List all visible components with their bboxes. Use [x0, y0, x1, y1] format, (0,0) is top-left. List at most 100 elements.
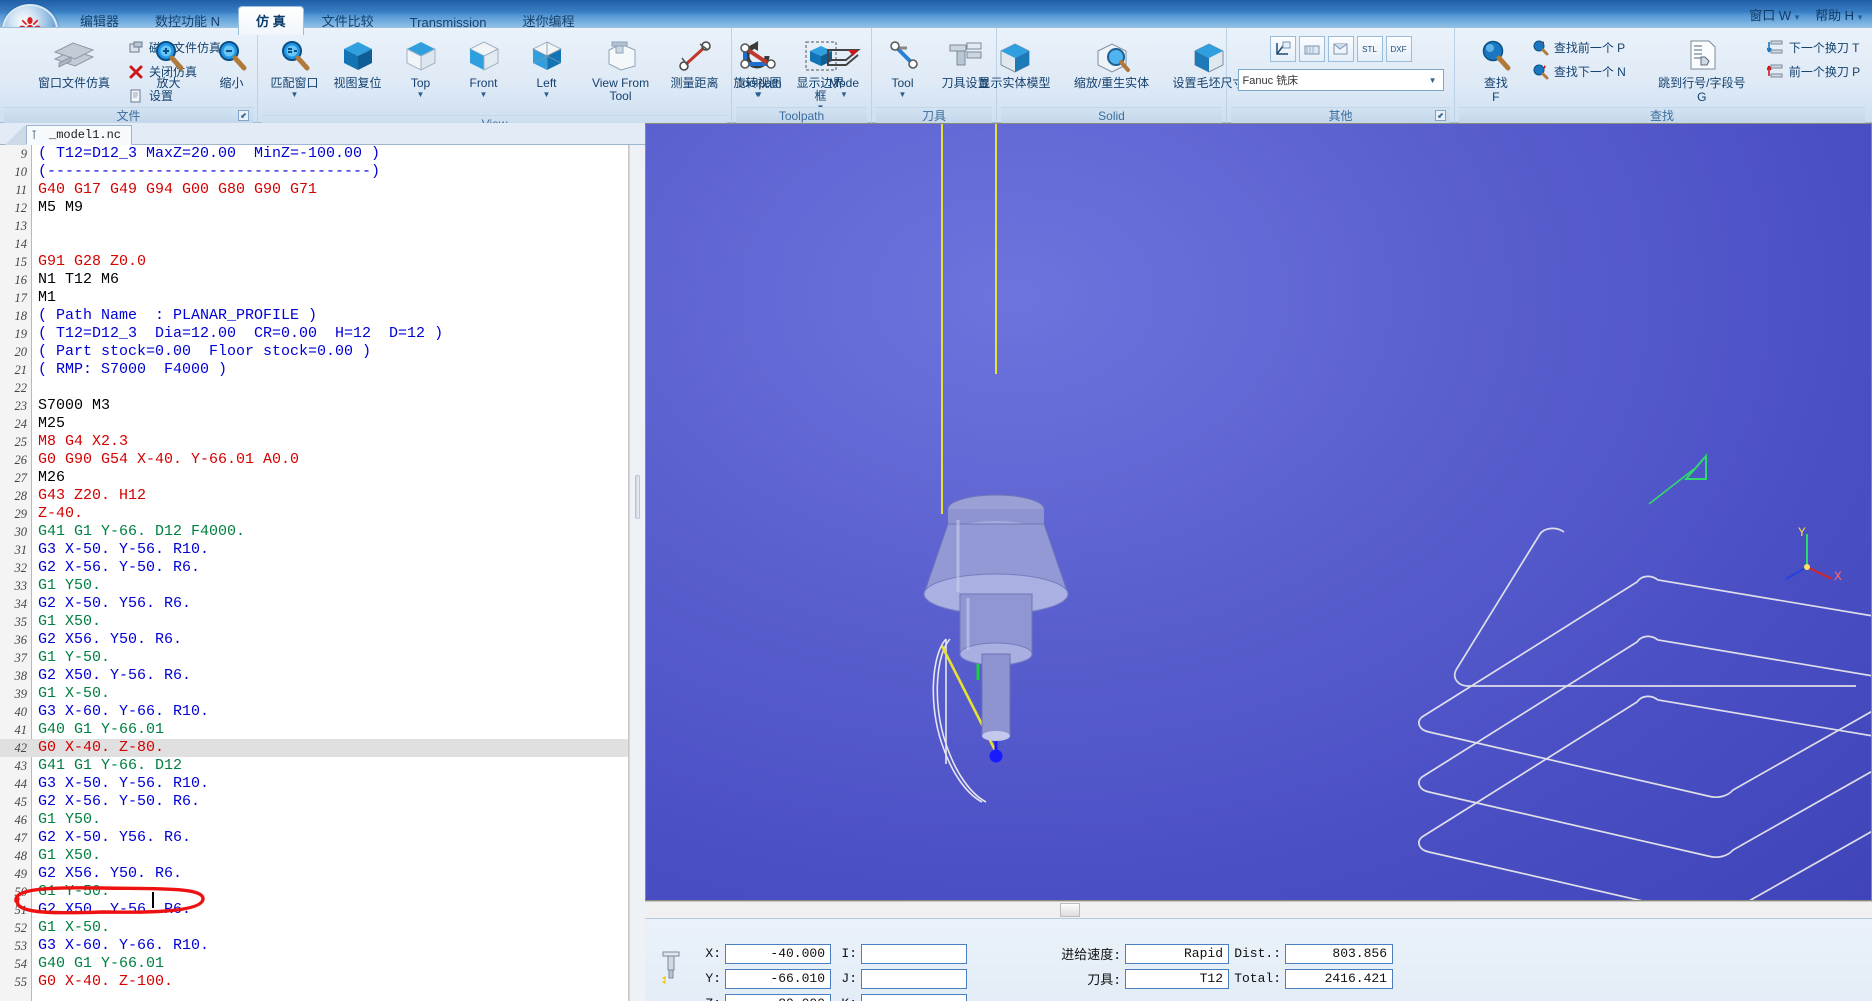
- code-line[interactable]: 51 G2 X50. Y-56. R6.: [0, 901, 645, 919]
- code-line[interactable]: 49 G2 X56. Y50. R6.: [0, 865, 645, 883]
- chevron-down-icon[interactable]: ▼: [899, 90, 907, 99]
- code-line[interactable]: 22: [0, 379, 645, 397]
- code-line[interactable]: 41 G40 G1 Y-66.01: [0, 721, 645, 739]
- viewport-horizontal-scrollbar[interactable]: [645, 901, 1872, 918]
- dialog-launcher-icon[interactable]: ⬋: [1435, 110, 1446, 121]
- find-next-button[interactable]: 查找下一个 N: [1528, 60, 1633, 83]
- code-line[interactable]: 17 M1: [0, 289, 645, 307]
- field-dist[interactable]: 803.856: [1285, 943, 1393, 964]
- code-line[interactable]: 54 G40 G1 Y-66.01: [0, 955, 645, 973]
- chevron-down-icon[interactable]: ▼: [417, 90, 425, 99]
- find-previous-button[interactable]: 查找前一个 P: [1528, 36, 1633, 59]
- code-line[interactable]: 24 M25: [0, 415, 645, 433]
- code-line[interactable]: 13: [0, 217, 645, 235]
- controller-select[interactable]: Fanuc 铣床 ▼: [1237, 69, 1444, 91]
- code-line[interactable]: 29 Z-40.: [0, 505, 645, 523]
- code-line[interactable]: 34 G2 X-50. Y56. R6.: [0, 595, 645, 613]
- code-line[interactable]: 16 N1 T12 M6: [0, 271, 645, 289]
- field-k[interactable]: [861, 993, 967, 1001]
- chevron-down-icon[interactable]: ▼: [480, 90, 488, 99]
- code-line[interactable]: 10 (------------------------------------): [0, 163, 645, 181]
- code-line[interactable]: 27 M26: [0, 469, 645, 487]
- ribbon: 窗口文件仿真 磁盘文件仿真 ▼ 关闭仿真: [0, 27, 1872, 132]
- code-line[interactable]: 11 G40 G17 G49 G94 G00 G80 G90 G71: [0, 181, 645, 199]
- chevron-down-icon[interactable]: ▼: [840, 90, 848, 99]
- code-line[interactable]: 39 G1 X-50.: [0, 685, 645, 703]
- code-line[interactable]: 12 M5 M9: [0, 199, 645, 217]
- code-line[interactable]: 45 G2 X-56. Y-50. R6.: [0, 793, 645, 811]
- code-line[interactable]: 32 G2 X-56. Y-50. R6.: [0, 559, 645, 577]
- code-line[interactable]: 44 G3 X-50. Y-56. R10.: [0, 775, 645, 793]
- field-feedrate[interactable]: Rapid: [1125, 943, 1229, 964]
- code-line[interactable]: 21 ( RMP: S7000 F4000 ): [0, 361, 645, 379]
- pane-splitter[interactable]: [629, 145, 645, 1001]
- code-line[interactable]: 38 G2 X50. Y-56. R6.: [0, 667, 645, 685]
- code-line[interactable]: 28 G43 Z20. H12: [0, 487, 645, 505]
- code-line[interactable]: 35 G1 X50.: [0, 613, 645, 631]
- code-line[interactable]: 53 G3 X-60. Y-66. R10.: [0, 937, 645, 955]
- chevron-down-icon[interactable]: ▼: [543, 90, 551, 99]
- code-line[interactable]: 30 G41 G1 Y-66. D12 F4000.: [0, 523, 645, 541]
- code-line[interactable]: 48 G1 X50.: [0, 847, 645, 865]
- code-line[interactable]: 40 G3 X-60. Y-66. R10.: [0, 703, 645, 721]
- code-line[interactable]: 9 ( T12=D12_3 MaxZ=20.00 MinZ=-100.00 ): [0, 145, 645, 163]
- field-j[interactable]: [861, 968, 967, 989]
- code-line[interactable]: 50 G1 Y-50.: [0, 883, 645, 901]
- field-x[interactable]: -40.000: [725, 943, 831, 964]
- view-front-button[interactable]: Front ▼: [453, 33, 515, 102]
- view-left-button[interactable]: Left ▼: [516, 33, 578, 102]
- field-z[interactable]: -80.000: [725, 993, 831, 1001]
- field-tool[interactable]: T12: [1125, 968, 1229, 989]
- chevron-down-icon[interactable]: ▼: [755, 90, 763, 99]
- code-line[interactable]: 55 G0 X-40. Z-100.: [0, 973, 645, 991]
- tab-simulation[interactable]: 仿 真: [238, 6, 304, 35]
- simulation-viewport[interactable]: Y X: [645, 123, 1872, 901]
- code-line[interactable]: 42 G0 X-40. Z-80.: [0, 739, 645, 757]
- reset-view-button[interactable]: 视图复位: [327, 33, 389, 93]
- code-line[interactable]: 31 G3 X-50. Y-56. R10.: [0, 541, 645, 559]
- code-line[interactable]: 43 G41 G1 Y-66. D12: [0, 757, 645, 775]
- code-line[interactable]: 37 G1 Y-50.: [0, 649, 645, 667]
- previous-tool-change-button[interactable]: 前一个换刀 P: [1763, 60, 1867, 83]
- document-tab-model1-nc[interactable]: ⊺ _model1.nc: [26, 125, 133, 145]
- field-y[interactable]: -66.010: [725, 968, 831, 989]
- view-top-button[interactable]: Top ▼: [390, 33, 452, 102]
- toolpath-button[interactable]: Toolpath ▼: [717, 33, 801, 102]
- goto-line-button[interactable]: 跳到行号/字段号 G: [1654, 33, 1750, 107]
- zoom-out-button[interactable]: 缩小: [201, 33, 263, 93]
- chevron-down-icon[interactable]: ▼: [291, 90, 299, 99]
- code-line[interactable]: 15 G91 G28 Z0.0: [0, 253, 645, 271]
- code-line[interactable]: 52 G1 X-50.: [0, 919, 645, 937]
- chevron-down-icon[interactable]: ▼: [1429, 76, 1437, 85]
- zoom-fit-window-button[interactable]: 匹配窗口 ▼: [264, 33, 326, 102]
- machine-icon[interactable]: [1298, 36, 1325, 62]
- window-export-icon[interactable]: [1327, 36, 1354, 62]
- stl-export-icon[interactable]: STL: [1356, 36, 1383, 62]
- code-line[interactable]: 18 ( Path Name : PLANAR_PROFILE ): [0, 307, 645, 325]
- code-line[interactable]: 23 S7000 M3: [0, 397, 645, 415]
- code-line[interactable]: 14: [0, 235, 645, 253]
- field-i[interactable]: [861, 943, 967, 964]
- zoom-in-button[interactable]: 放大: [138, 33, 200, 93]
- code-line[interactable]: 20 ( Part stock=0.00 Floor stock=0.00 ): [0, 343, 645, 361]
- find-button[interactable]: 查找 F: [1465, 33, 1527, 107]
- next-tool-change-button[interactable]: 下一个换刀 T: [1763, 36, 1867, 59]
- tool-button[interactable]: Tool ▼: [872, 33, 934, 102]
- code-line[interactable]: 47 G2 X-50. Y56. R6.: [0, 829, 645, 847]
- regen-solid-button[interactable]: 缩放/重生实体: [1064, 33, 1160, 93]
- code-line[interactable]: 33 G1 Y50.: [0, 577, 645, 595]
- window-file-simulate-button[interactable]: 窗口文件仿真: [26, 33, 122, 93]
- axis-export-icon[interactable]: [1269, 36, 1296, 62]
- code-line[interactable]: 36 G2 X56. Y50. R6.: [0, 631, 645, 649]
- show-solid-model-button[interactable]: 显示实体模型: [967, 33, 1063, 93]
- code-line[interactable]: 19 ( T12=D12_3 Dia=12.00 CR=0.00 H=12 D=1…: [0, 325, 645, 343]
- code-editor[interactable]: 9( T12=D12_3 MaxZ=20.00 MinZ=-100.00 ) 10…: [0, 145, 645, 1001]
- view-from-tool-button[interactable]: View From Tool: [579, 33, 663, 106]
- field-total[interactable]: 2416.421: [1285, 968, 1393, 989]
- code-line[interactable]: 46 G1 Y50.: [0, 811, 645, 829]
- dxf-export-icon[interactable]: DXF: [1385, 36, 1412, 62]
- splitter-grip[interactable]: [635, 475, 640, 519]
- code-line[interactable]: 25 M8 G4 X2.3: [0, 433, 645, 451]
- code-line[interactable]: 26 G0 G90 G54 X-40. Y-66.01 A0.0: [0, 451, 645, 469]
- hscroll-thumb[interactable]: [1060, 903, 1080, 917]
